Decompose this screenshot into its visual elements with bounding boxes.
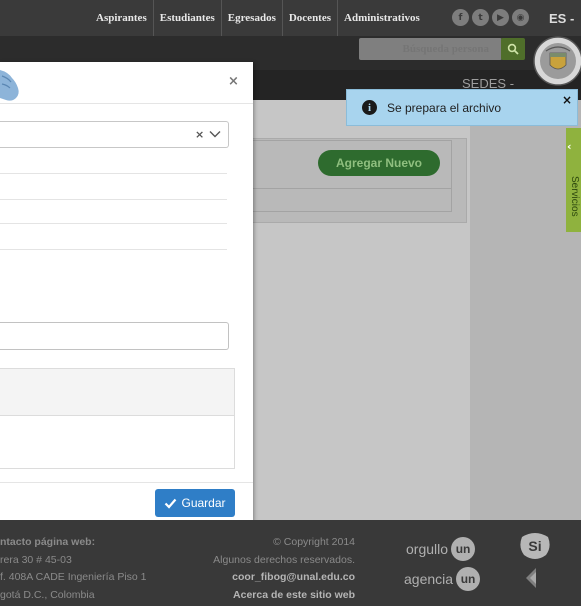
un-badge-icon: un (451, 537, 476, 561)
panel-body (0, 416, 235, 469)
right-sidebar (470, 100, 581, 520)
modal-close-icon[interactable]: × (228, 74, 239, 89)
modal-header (0, 62, 253, 104)
footer-address-line: rera 30 # 45-03 (0, 553, 72, 566)
footer-email-link[interactable]: coor_fibog@unal.edu.co (190, 569, 355, 587)
search-box (359, 38, 502, 60)
footer-contact: ntacto página web: rera 30 # 45-03 f. 40… (0, 534, 175, 604)
search-icon (507, 43, 519, 55)
colombia-seal-logo (533, 36, 581, 86)
orgullo-un-logo[interactable]: orgullo un (406, 537, 476, 561)
clear-selection-icon[interactable]: × (195, 128, 204, 141)
nav-egresados[interactable]: Egresados (222, 0, 283, 36)
social-links: f t ▶ ◉ (452, 9, 529, 26)
form-divider (0, 173, 227, 174)
form-divider (0, 223, 227, 224)
colombia-flag-icon[interactable] (522, 566, 546, 590)
agencia-label: agencia (404, 571, 454, 587)
about-site-link[interactable]: Acerca de este sitio web (190, 587, 355, 605)
facebook-icon[interactable]: f (452, 9, 469, 26)
nav-aspirantes[interactable]: Aspirantes (90, 0, 154, 36)
save-button-label: Guardar (181, 496, 226, 510)
footer-address-line: f. 408A CADE Ingeniería Piso 1 (0, 571, 147, 583)
top-nav: Aspirantes Estudiantes Egresados Docente… (90, 0, 426, 36)
save-button[interactable]: Guardar (155, 489, 235, 517)
chevron-left-icon: ‹ (567, 140, 572, 153)
footer-copyright: © Copyright 2014 Algunos derechos reserv… (190, 534, 355, 604)
si-logo-text: Si (528, 538, 541, 554)
orgullo-label: orgullo (406, 541, 449, 557)
services-tab-label: Servicios (569, 176, 580, 217)
footer-contact-title: ntacto página web: (0, 536, 96, 548)
panel-header (0, 368, 235, 416)
language-selector[interactable]: ES - (549, 11, 574, 26)
search-button[interactable] (501, 38, 525, 60)
youtube-icon[interactable]: ▶ (492, 9, 509, 26)
rights-text: Algunos derechos reservados. (213, 553, 355, 566)
nav-estudiantes[interactable]: Estudiantes (154, 0, 222, 36)
nav-administrativos[interactable]: Administrativos (338, 0, 426, 36)
search-input[interactable] (359, 38, 499, 60)
pointer-hand-icon (0, 70, 19, 101)
un-badge-icon: un (456, 567, 481, 591)
text-input[interactable] (0, 322, 229, 350)
form-divider (0, 199, 227, 200)
toast-message: Se prepara el archivo (387, 101, 502, 115)
modal-footer-divider (0, 482, 253, 483)
form-divider (0, 249, 227, 250)
twitter-icon[interactable]: t (472, 9, 489, 26)
chevron-down-icon (209, 131, 221, 138)
agencia-un-logo[interactable]: agencia un (404, 567, 481, 591)
select-field[interactable]: × (0, 121, 229, 148)
language-caret-icon: - (569, 11, 575, 26)
add-new-button[interactable]: Agregar Nuevo (318, 150, 440, 176)
table-row (252, 188, 452, 212)
language-label: ES (549, 11, 567, 26)
checkmark-icon (165, 498, 177, 509)
si-logo[interactable]: Si (518, 531, 552, 561)
toast-notification: i Se prepara el archivo × (346, 89, 578, 126)
nav-docentes[interactable]: Docentes (283, 0, 339, 36)
toast-close-icon[interactable]: × (562, 93, 572, 107)
footer-address-line: gotá D.C., Colombia (0, 588, 95, 601)
copyright-text: © Copyright 2014 (273, 536, 355, 548)
info-icon: i (362, 100, 377, 115)
rss-icon[interactable]: ◉ (512, 9, 529, 26)
